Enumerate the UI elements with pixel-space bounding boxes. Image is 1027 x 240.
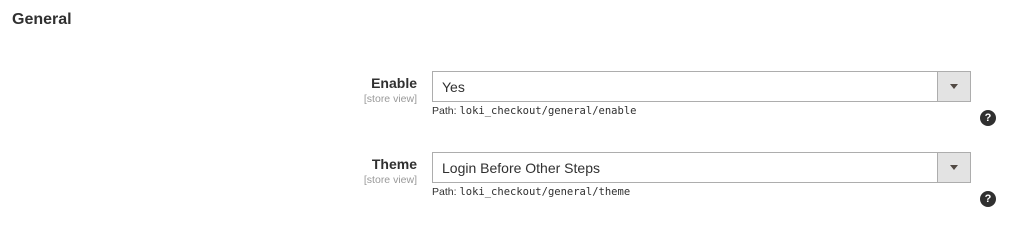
theme-select[interactable]: Login Before Other Steps — [432, 152, 971, 183]
field-row-theme: Theme [store view] Login Before Other St… — [0, 152, 1027, 212]
field-label-theme: Theme — [371, 156, 417, 172]
theme-path-note: Path: loki_checkout/general/theme — [432, 186, 630, 198]
path-prefix: Path: — [432, 105, 457, 117]
theme-select-toggle[interactable] — [937, 153, 970, 182]
label-block-theme: Theme [store view] — [364, 156, 417, 187]
field-row-enable: Enable [store view] Yes Path: loki_check… — [0, 71, 1027, 131]
enable-select[interactable]: Yes — [432, 71, 971, 102]
label-block-enable: Enable [store view] — [364, 75, 417, 106]
enable-select-value: Yes — [442, 79, 465, 95]
enable-path-note: Path: loki_checkout/general/enable — [432, 105, 636, 117]
question-mark-icon[interactable]: ? — [980, 191, 996, 207]
scope-label-theme: [store view] — [363, 174, 417, 186]
path-prefix: Path: — [432, 186, 457, 198]
scope-label-enable: [store view] — [363, 93, 417, 105]
theme-select-value: Login Before Other Steps — [442, 160, 600, 176]
section-title: General — [12, 11, 72, 28]
field-label-enable: Enable — [371, 75, 417, 91]
enable-select-toggle[interactable] — [937, 72, 970, 101]
config-path-value: loki_checkout/general/enable — [459, 105, 637, 117]
chevron-down-icon — [950, 165, 958, 170]
config-path-value: loki_checkout/general/theme — [459, 186, 631, 198]
chevron-down-icon — [950, 84, 958, 89]
question-mark-icon[interactable]: ? — [980, 110, 996, 126]
